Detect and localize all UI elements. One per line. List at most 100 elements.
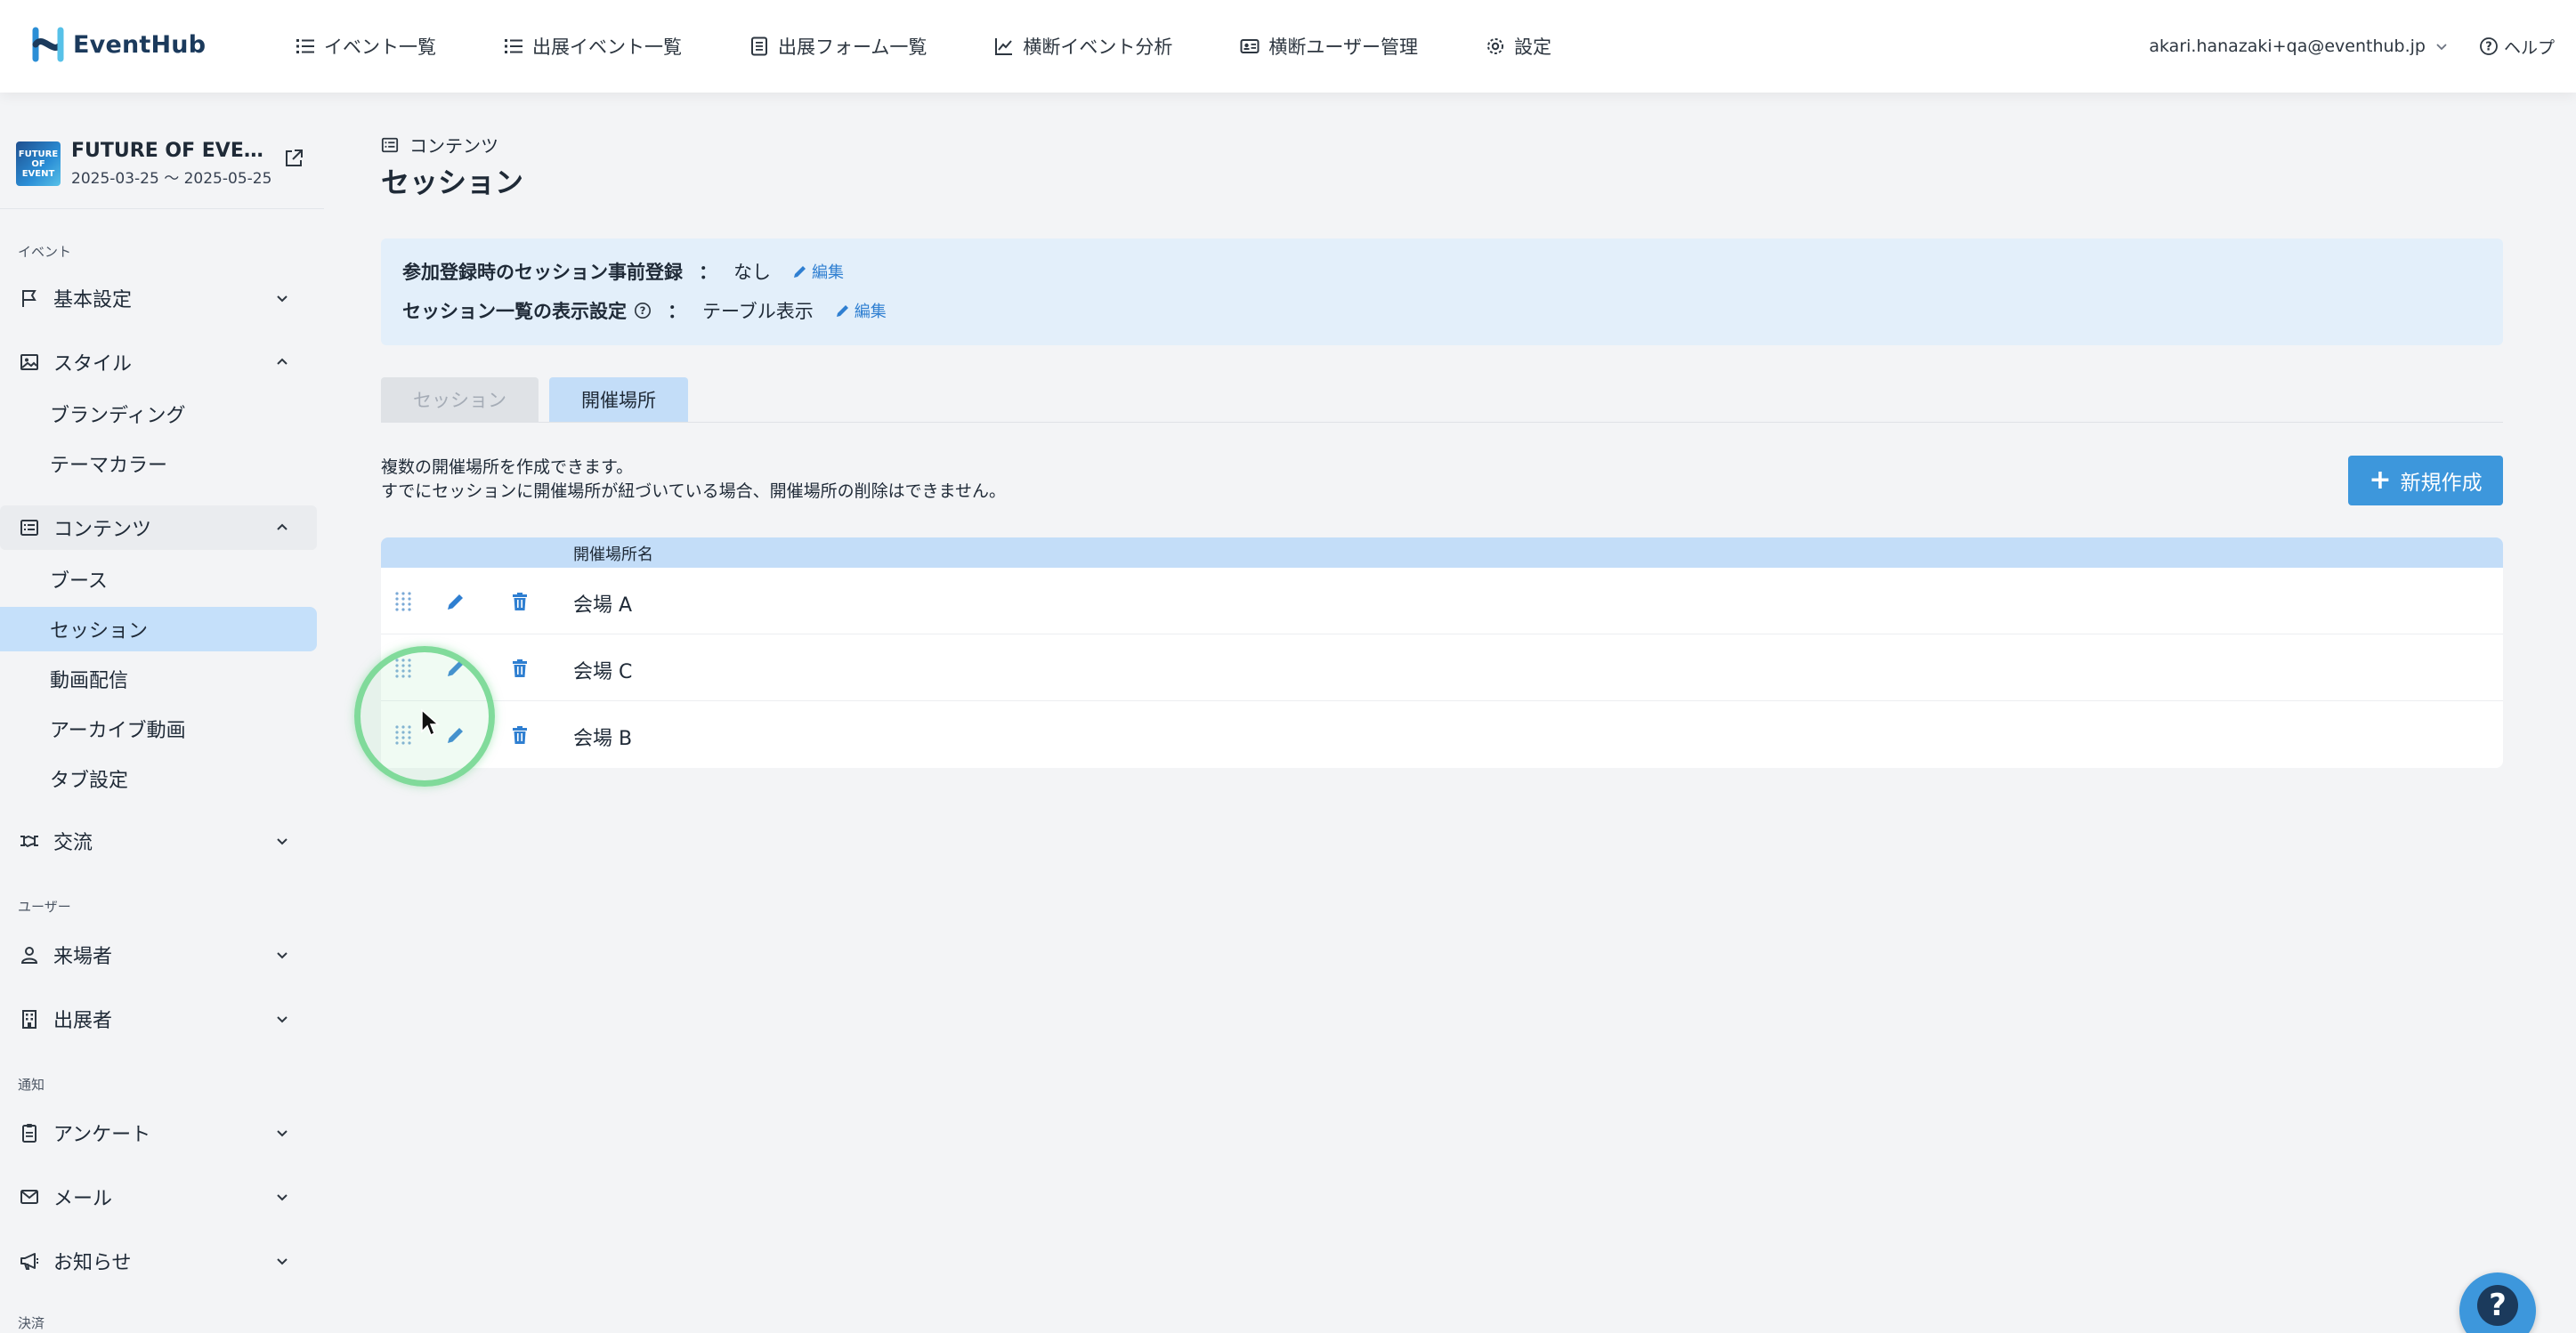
drag-handle-icon[interactable] — [392, 657, 415, 680]
create-venue-button[interactable]: + 新規作成 — [2348, 456, 2503, 505]
list-alt-icon — [381, 137, 399, 152]
pencil-icon[interactable] — [445, 658, 466, 679]
drag-handle-icon[interactable] — [392, 590, 415, 613]
sidebar-subitem-session[interactable]: セッション — [0, 607, 317, 651]
nav-label: イベント一覧 — [324, 36, 436, 58]
drag-handle-icon[interactable] — [392, 723, 415, 747]
sidebar-subitem-label: タブ設定 — [50, 770, 129, 792]
sidebar-item-style[interactable]: スタイル — [0, 340, 317, 384]
breadcrumb-label: コンテンツ — [409, 135, 498, 157]
venue-name: 会場 A — [573, 594, 633, 617]
nav-cross-user-management[interactable]: 横断ユーザー管理 — [1240, 33, 1418, 60]
pencil-icon — [794, 266, 806, 278]
edit-pre-registration-button[interactable]: 編集 — [792, 260, 844, 283]
section-label-payment: 決済 — [18, 1315, 45, 1331]
chevron-down-icon — [277, 295, 288, 303]
venue-name: 会場 C — [573, 661, 633, 683]
sidebar-subitem-archive[interactable]: アーカイブ動画 — [0, 707, 317, 751]
chevron-up-icon — [277, 358, 288, 365]
flag-icon — [22, 290, 36, 307]
venue-description: 複数の開催場所を作成できます。 すでにセッションに開催場所が紐づいている場合、開… — [381, 456, 1006, 504]
nav-label: 設定 — [1513, 36, 1551, 58]
list-display-row: セッション一覧の表示設定 ? ： テーブル表示 編集 — [402, 297, 887, 324]
image-icon — [20, 354, 38, 370]
sidebar-item-label: 来場者 — [53, 946, 113, 968]
user-icon — [20, 947, 38, 964]
list-icon — [505, 39, 522, 53]
nav-label: 横断イベント分析 — [1023, 36, 1173, 58]
sidebar-item-contents[interactable]: コンテンツ — [0, 505, 317, 550]
nav-exhibit-event-list[interactable]: 出展イベント一覧 — [504, 33, 682, 60]
external-link-icon[interactable] — [283, 148, 304, 169]
trash-icon[interactable] — [509, 591, 531, 612]
question-circle-icon[interactable]: ? — [634, 302, 652, 319]
sidebar-subitem-label: セッション — [50, 620, 149, 642]
create-button-label: 新規作成 — [2400, 472, 2483, 495]
sidebar-item-survey[interactable]: アンケート — [0, 1111, 317, 1155]
nav-label: 出展フォーム一覧 — [778, 36, 928, 58]
sidebar-item-mail[interactable]: メール — [0, 1175, 317, 1219]
event-card[interactable]: FUTURE OF EVENT FUTURE OF EVEN… 2025-03-… — [16, 130, 310, 198]
nav-event-list[interactable]: イベント一覧 — [296, 33, 436, 60]
sidebar-subitem-booth[interactable]: ブース — [0, 557, 317, 602]
nav-settings[interactable]: 設定 — [1486, 33, 1551, 60]
question-icon: ? — [2477, 1285, 2518, 1326]
sidebar-item-label: お知らせ — [53, 1252, 132, 1274]
chevron-down-icon — [277, 838, 288, 845]
pencil-icon[interactable] — [445, 591, 466, 612]
tab-session[interactable]: セッション — [381, 377, 539, 422]
help-link[interactable]: ? ヘルプ — [2479, 35, 2555, 59]
chevron-down-icon — [277, 952, 288, 959]
table-header: 開催場所名 — [381, 537, 2503, 568]
tab-venue[interactable]: 開催場所 — [549, 377, 688, 422]
form-icon — [751, 36, 767, 56]
sidebar-item-visitors[interactable]: 来場者 — [0, 933, 317, 977]
trash-icon[interactable] — [509, 724, 531, 746]
sidebar-item-exchange[interactable]: 交流 — [0, 819, 317, 863]
app-logo[interactable]: EventHub — [30, 25, 206, 64]
sidebar-subitem-tab-settings[interactable]: タブ設定 — [0, 756, 317, 801]
section-label-notify: 通知 — [18, 1077, 45, 1093]
chevron-down-icon — [277, 1258, 288, 1265]
sidebar-subitem-streaming[interactable]: 動画配信 — [0, 657, 317, 701]
sidebar-subitem-label: テーマカラー — [50, 455, 168, 477]
table-row: 会場 B — [381, 701, 2503, 768]
sidebar-subitem-theme-color[interactable]: テーマカラー — [0, 441, 317, 486]
event-info: FUTURE OF EVEN… 2025-03-25 〜 2025-05-25 — [71, 140, 272, 188]
sidebar-item-notice[interactable]: お知らせ — [0, 1239, 317, 1283]
section-label-event: イベント — [18, 244, 72, 260]
nav-cross-event-analytics[interactable]: 横断イベント分析 — [994, 33, 1172, 60]
edit-list-display-button[interactable]: 編集 — [835, 299, 887, 322]
pre-registration-value: なし — [733, 262, 771, 283]
top-header: EventHub イベント一覧 出展イベント一覧 出展フォーム一覧 横断イベント… — [0, 0, 2576, 93]
user-menu[interactable]: akari.hanazaki+qa@eventhub.jp — [2149, 36, 2449, 56]
breadcrumb: コンテンツ — [381, 132, 498, 158]
pencil-icon[interactable] — [445, 724, 466, 746]
event-dates: 2025-03-25 〜 2025-05-25 — [71, 170, 272, 188]
colon: ： — [699, 262, 717, 283]
sidebar-item-basic-settings[interactable]: 基本設定 — [0, 276, 317, 320]
event-thumbnail: FUTURE OF EVENT — [16, 141, 61, 186]
sidebar-subitem-label: ブース — [50, 570, 108, 593]
tabs: セッション 開催場所 — [381, 377, 688, 422]
colon: ： — [668, 301, 686, 322]
edit-label: 編集 — [854, 303, 887, 321]
table-row: 会場 A — [381, 568, 2503, 634]
sidebar-item-label: コンテンツ — [53, 519, 152, 541]
column-header-venue-name: 開催場所名 — [573, 545, 653, 564]
svg-text:?: ? — [640, 304, 646, 317]
venue-name: 会場 B — [573, 728, 633, 750]
pre-registration-row: 参加登録時のセッション事前登録 ： なし 編集 — [402, 258, 844, 285]
trash-icon[interactable] — [509, 658, 531, 679]
list-display-label: セッション一覧の表示設定 — [402, 301, 627, 322]
help-chat-button[interactable]: ? — [2459, 1272, 2536, 1333]
sidebar-subitem-branding[interactable]: ブランディング — [0, 392, 317, 436]
nav-exhibit-form-list[interactable]: 出展フォーム一覧 — [749, 33, 927, 60]
help-label: ヘルプ — [2503, 37, 2555, 58]
chevron-down-icon — [277, 1194, 288, 1201]
description-line: すでにセッションに開催場所が紐づいている場合、開催場所の削除はできません。 — [381, 481, 1007, 501]
clipboard-icon — [22, 1124, 36, 1143]
sidebar-item-exhibitors[interactable]: 出展者 — [0, 997, 317, 1041]
handshake-icon — [20, 835, 38, 848]
nav-label: 横断ユーザー管理 — [1268, 36, 1418, 58]
